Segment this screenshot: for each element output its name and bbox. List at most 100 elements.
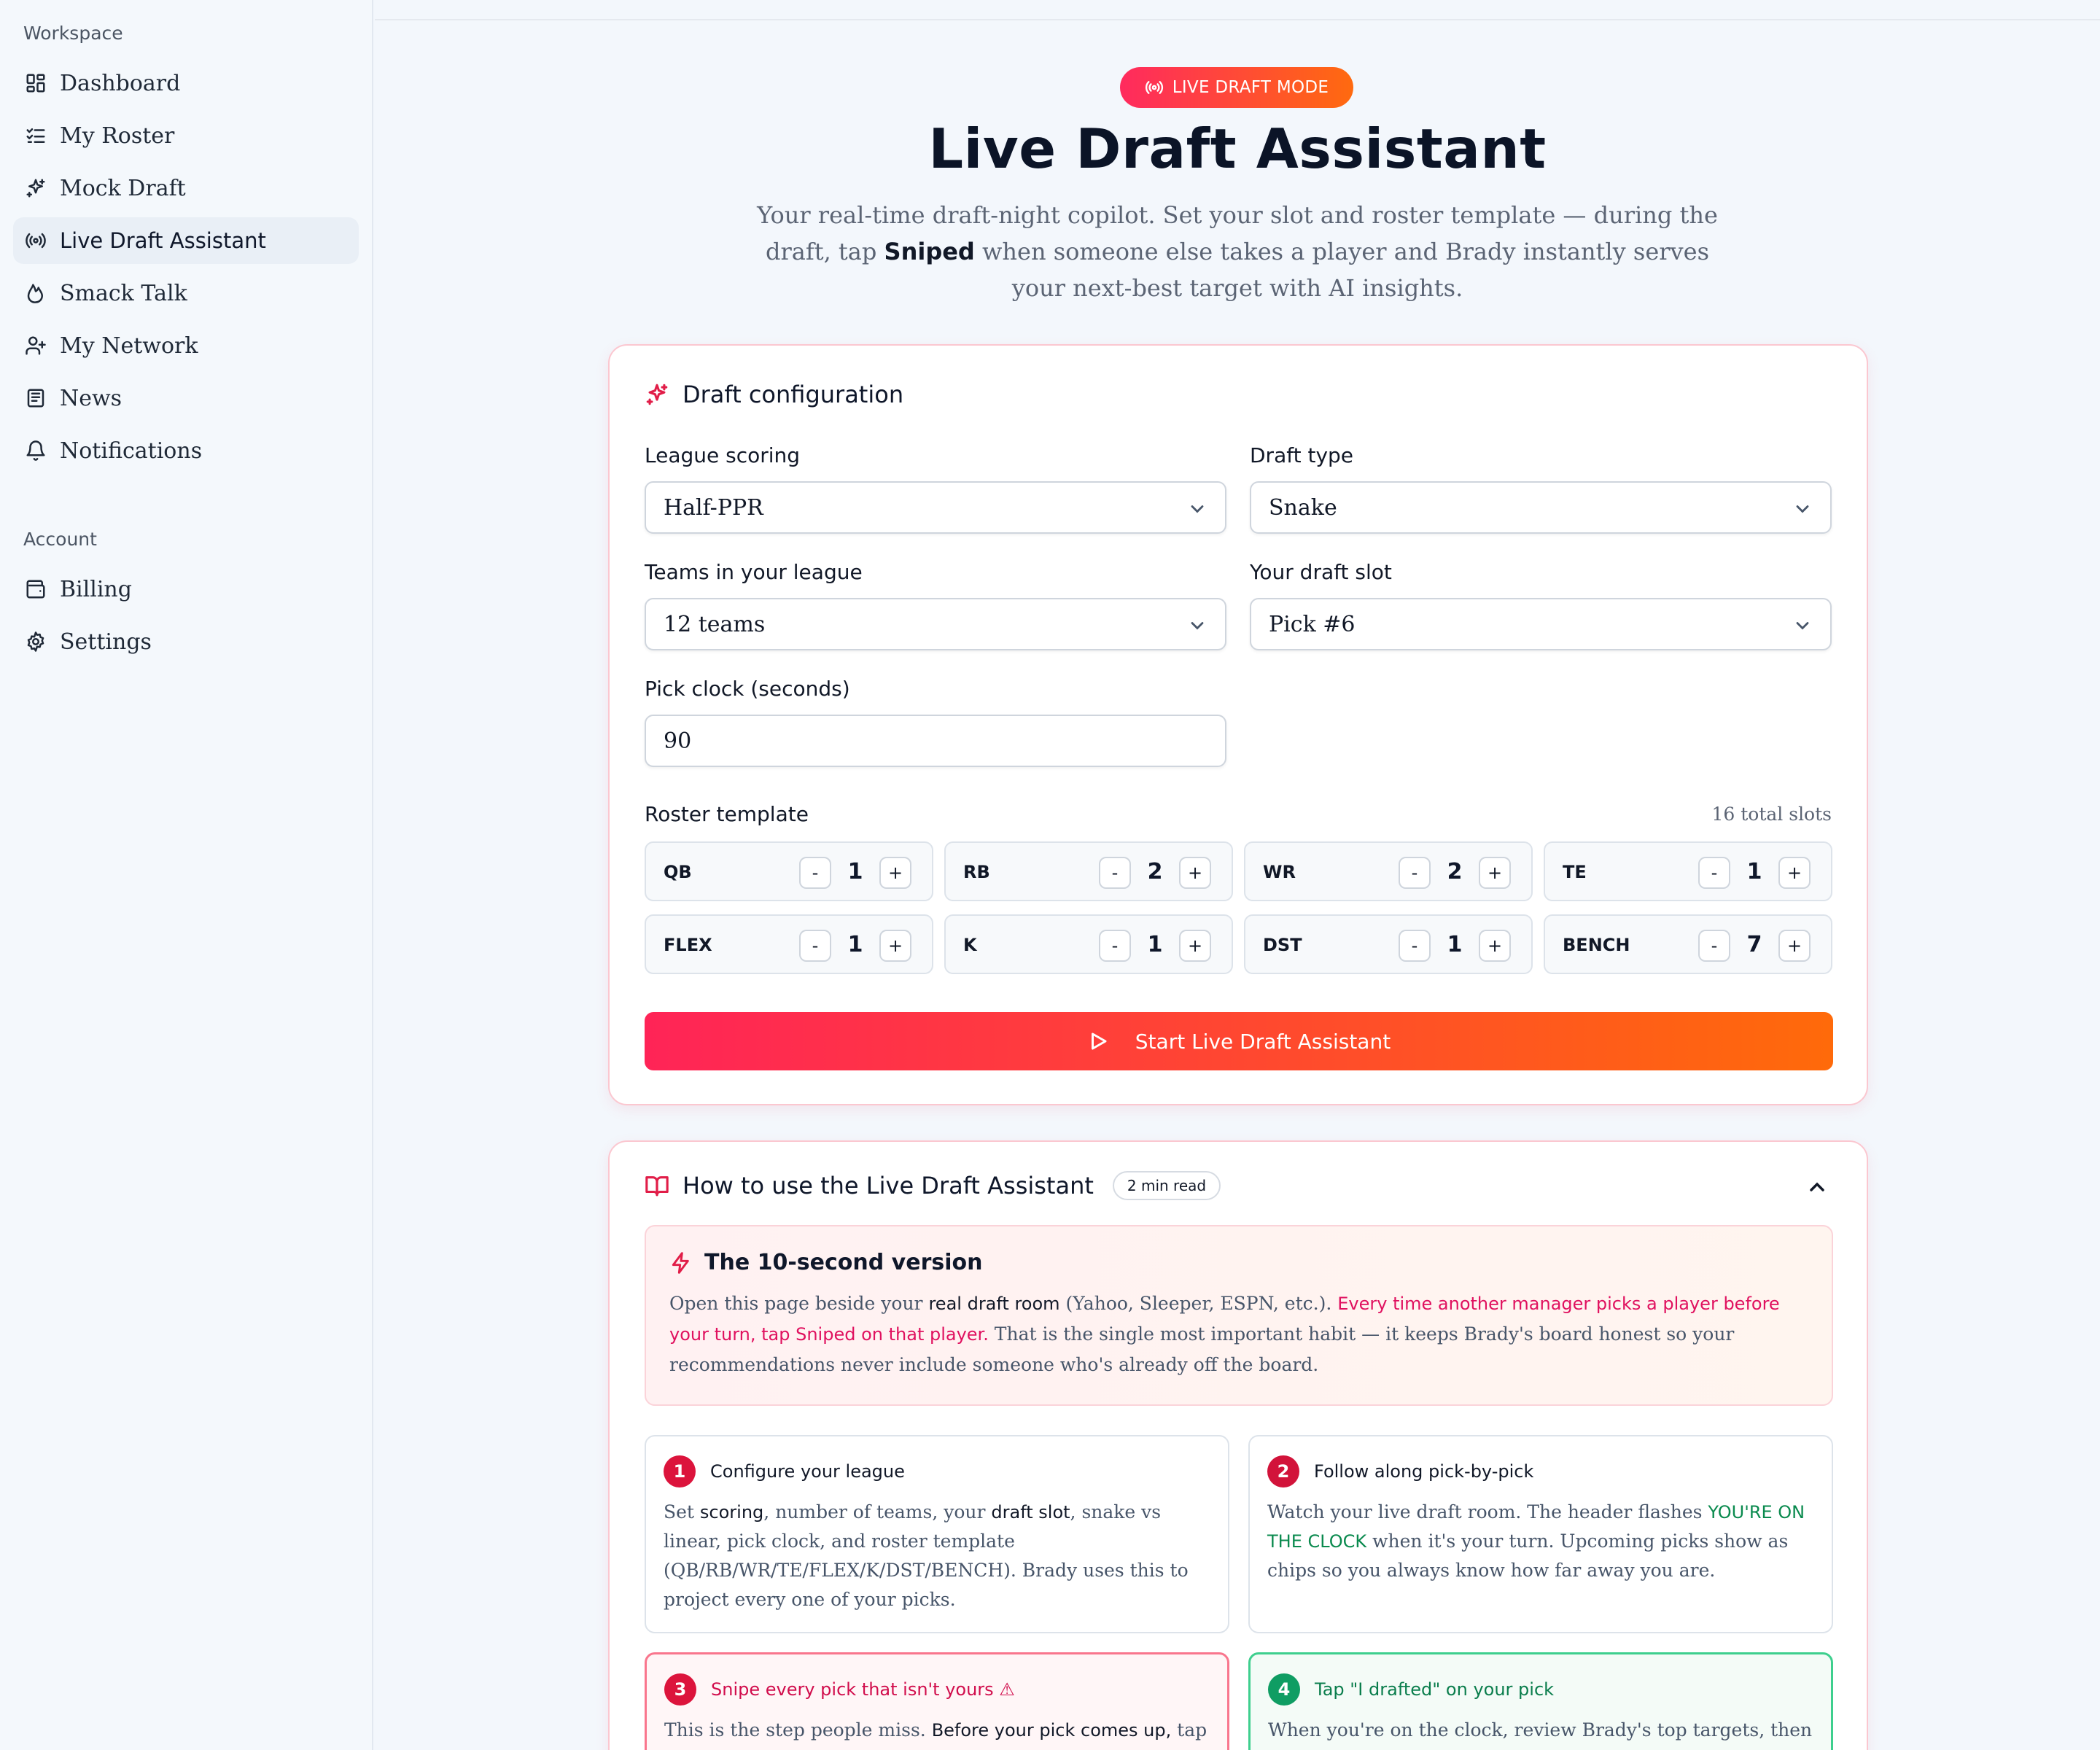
ten-second-summary: The 10-second version Open this page bes… [645, 1225, 1833, 1406]
play-icon [1091, 1032, 1107, 1050]
roster-count: 1 [1147, 932, 1163, 957]
step-number: 3 [664, 1673, 696, 1706]
increment-button[interactable]: + [1778, 930, 1811, 962]
teams-label: Teams in your league [645, 560, 863, 584]
account-nav: Billing Settings [13, 566, 359, 665]
roster-position: BENCH [1563, 935, 1630, 955]
sidebar-item-label: News [60, 385, 122, 411]
draft-type-label: Draft type [1250, 443, 1354, 467]
sidebar-item-smack-talk[interactable]: Smack Talk [13, 270, 359, 316]
step-header: 1 Configure your league [664, 1455, 1210, 1488]
dashboard-icon [25, 72, 47, 94]
pick-clock-label: Pick clock (seconds) [645, 677, 850, 701]
roster-count: 7 [1746, 932, 1762, 957]
pick-clock-input[interactable]: 90 [645, 715, 1226, 767]
card-title: Draft configuration [645, 381, 903, 408]
select-value: Half-PPR [664, 494, 763, 521]
roster-position: K [963, 935, 977, 955]
draft-slot-select[interactable]: Pick #6 [1250, 598, 1832, 650]
step-text: Set [664, 1501, 700, 1522]
account-section-label: Account [23, 529, 97, 550]
how-to-use-card: How to use the Live Draft Assistant 2 mi… [608, 1140, 1868, 1750]
decrement-button[interactable]: - [799, 930, 831, 962]
increment-button[interactable]: + [1479, 930, 1511, 962]
list-check-icon [25, 125, 47, 147]
roster-count: 1 [1447, 932, 1463, 957]
roster-position: DST [1263, 935, 1302, 955]
increment-button[interactable]: + [879, 857, 911, 889]
step-card-4: 4 Tap "I drafted" on your pick When you'… [1248, 1652, 1833, 1750]
step-header: 3 Snipe every pick that isn't yours ⚠ [664, 1673, 1210, 1706]
sidebar-item-label: Dashboard [60, 70, 181, 96]
step-text: When you're on the clock, review Brady's… [1268, 1719, 1813, 1741]
sidebar-item-billing[interactable]: Billing [13, 566, 359, 612]
chevron-down-icon [1792, 499, 1813, 519]
roster-slot-rb: RB - 2 + [944, 841, 1233, 901]
select-value: Snake [1269, 494, 1337, 521]
step-number: 2 [1267, 1455, 1299, 1488]
decrement-button[interactable]: - [1698, 857, 1730, 889]
league-scoring-label: League scoring [645, 443, 801, 467]
increment-button[interactable]: + [1778, 857, 1811, 889]
start-live-draft-button[interactable]: Start Live Draft Assistant [645, 1012, 1833, 1070]
live-draft-mode-badge: LIVE DRAFT MODE [1120, 67, 1353, 108]
decrement-button[interactable]: - [1399, 930, 1431, 962]
sparkles-icon [25, 177, 47, 199]
step-header: 2 Follow along pick-by-pick [1267, 1455, 1814, 1488]
league-scoring-select[interactable]: Half-PPR [645, 481, 1226, 534]
sidebar-item-news[interactable]: News [13, 375, 359, 421]
select-value: 12 teams [664, 611, 766, 637]
badge-label: LIVE DRAFT MODE [1172, 78, 1329, 97]
roster-count: 1 [847, 932, 863, 957]
increment-button[interactable]: + [879, 930, 911, 962]
decrement-button[interactable]: - [1399, 857, 1431, 889]
step-body: This is the step people miss. Before you… [664, 1716, 1210, 1745]
step-keyword: scoring [699, 1502, 764, 1522]
sidebar-item-my-network[interactable]: My Network [13, 322, 359, 369]
roster-slot-qb: QB - 1 + [645, 841, 933, 901]
sidebar-item-settings[interactable]: Settings [13, 618, 359, 665]
subtitle-bold: Sniped [884, 238, 975, 265]
increment-button[interactable]: + [1179, 930, 1211, 962]
chevron-down-icon [1792, 615, 1813, 636]
sidebar-item-label: Notifications [60, 438, 203, 464]
decrement-button[interactable]: - [1099, 930, 1131, 962]
step-number: 4 [1268, 1673, 1300, 1706]
workspace-nav: Dashboard My Roster Mock Draft Live Draf… [13, 60, 359, 474]
sidebar-item-label: Smack Talk [60, 280, 187, 306]
roster-template-label: Roster template [645, 802, 809, 826]
sidebar-item-my-roster[interactable]: My Roster [13, 112, 359, 159]
step-keyword: Before your pick comes up, [931, 1720, 1172, 1741]
step-body: Watch your live draft room. The header f… [1267, 1498, 1814, 1585]
collapse-toggle[interactable] [1805, 1175, 1832, 1202]
sidebar-item-mock-draft[interactable]: Mock Draft [13, 165, 359, 211]
flame-icon [25, 282, 47, 304]
read-time-badge: 2 min read [1112, 1171, 1221, 1200]
newspaper-icon [25, 387, 47, 409]
summary-bold: real draft room [928, 1294, 1060, 1314]
decrement-button[interactable]: - [1698, 930, 1730, 962]
guide-title: How to use the Live Draft Assistant [682, 1172, 1094, 1199]
broadcast-icon [25, 230, 47, 252]
draft-type-select[interactable]: Snake [1250, 481, 1832, 534]
sidebar-item-live-draft-assistant[interactable]: Live Draft Assistant [13, 217, 359, 264]
increment-button[interactable]: + [1479, 857, 1511, 889]
decrement-button[interactable]: - [799, 857, 831, 889]
step-text: This is the step people miss. [664, 1719, 932, 1741]
step-number: 1 [664, 1455, 696, 1488]
roster-position: QB [664, 862, 692, 882]
decrement-button[interactable]: - [1099, 857, 1131, 889]
summary-text-part: Open this page beside your [669, 1293, 929, 1314]
roster-slot-k: K - 1 + [944, 914, 1233, 974]
roster-position: TE [1563, 862, 1587, 882]
teams-select[interactable]: 12 teams [645, 598, 1226, 650]
roster-position: WR [1263, 862, 1296, 882]
roster-slot-wr: WR - 2 + [1244, 841, 1533, 901]
roster-count: 1 [847, 859, 863, 884]
roster-slot-dst: DST - 1 + [1244, 914, 1533, 974]
sidebar-item-dashboard[interactable]: Dashboard [13, 60, 359, 106]
sidebar-item-label: Mock Draft [60, 175, 186, 201]
increment-button[interactable]: + [1179, 857, 1211, 889]
sidebar-item-notifications[interactable]: Notifications [13, 427, 359, 474]
step-title: Tap "I drafted" on your pick [1315, 1679, 1555, 1700]
